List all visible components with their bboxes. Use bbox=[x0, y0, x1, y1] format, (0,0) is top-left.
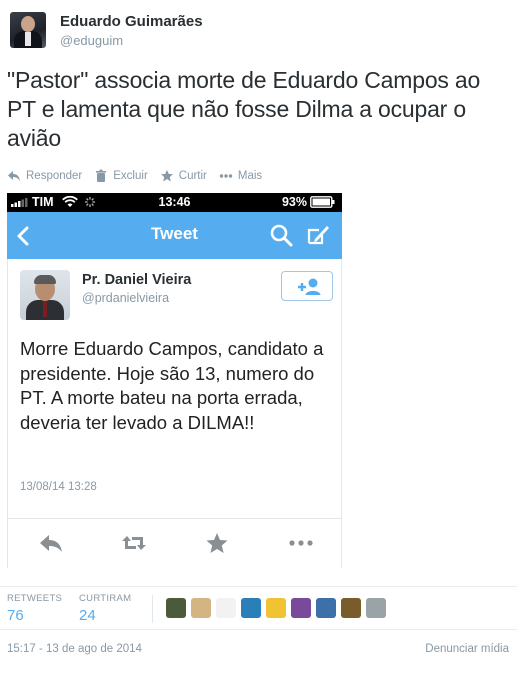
likes-count: 24 bbox=[79, 607, 96, 624]
battery-indicator: 93% bbox=[282, 195, 336, 209]
battery-icon bbox=[310, 196, 335, 208]
liker-avatar[interactable] bbox=[366, 598, 386, 618]
reply-label: Responder bbox=[26, 170, 83, 182]
embedded-author-avatar bbox=[20, 270, 70, 320]
author-handle[interactable]: @eduguim bbox=[60, 33, 123, 48]
embedded-author-name: Pr. Daniel Vieira bbox=[82, 272, 192, 288]
phone-status-bar: TIM 13:46 93% bbox=[7, 193, 342, 212]
liker-avatar[interactable] bbox=[316, 598, 336, 618]
embedded-tweet-text: Morre Eduardo Campos, candidato a presid… bbox=[20, 338, 324, 433]
embedded-tweet-timestamp: 13/08/14 13:28 bbox=[20, 481, 97, 493]
tweet-stats: RETWEETS 76 CURTIRAM 24 bbox=[0, 586, 517, 630]
embedded-screenshot[interactable]: TIM 13:46 93% Tweet Pr. Daniel Vieira @p… bbox=[7, 193, 342, 568]
liker-avatar[interactable] bbox=[216, 598, 236, 618]
tweet-datetime: 15:17 - 13 de ago de 2014 bbox=[7, 643, 142, 655]
tweet-header: Eduardo Guimarães @eduguim bbox=[8, 10, 508, 54]
embedded-tweet-actions bbox=[7, 519, 342, 568]
add-user-icon bbox=[298, 278, 321, 295]
more-button[interactable]: Mais bbox=[219, 169, 262, 183]
phone-nav-bar: Tweet bbox=[7, 212, 342, 259]
likes-label: CURTIRAM bbox=[79, 593, 132, 604]
embedded-tweet-card: Pr. Daniel Vieira @prdanielvieira Morre … bbox=[7, 259, 342, 519]
embedded-author-handle: @prdanielvieira bbox=[82, 291, 170, 305]
more-dots-icon bbox=[219, 174, 233, 178]
search-icon[interactable] bbox=[269, 223, 293, 247]
liker-avatar[interactable] bbox=[166, 598, 186, 618]
delete-label: Excluir bbox=[113, 170, 148, 182]
trash-icon bbox=[96, 169, 107, 182]
star-icon bbox=[206, 533, 228, 553]
retweets-stat[interactable]: RETWEETS 76 bbox=[7, 593, 62, 624]
liker-avatar[interactable] bbox=[241, 598, 261, 618]
delete-button[interactable]: Excluir bbox=[94, 169, 148, 183]
reply-icon bbox=[8, 171, 20, 181]
liker-avatars bbox=[166, 598, 391, 618]
liker-avatar[interactable] bbox=[341, 598, 361, 618]
star-icon bbox=[160, 170, 173, 182]
like-button[interactable]: Curtir bbox=[160, 169, 207, 183]
compose-icon[interactable] bbox=[305, 222, 331, 248]
battery-percent: 93% bbox=[281, 195, 307, 209]
retweets-label: RETWEETS bbox=[7, 593, 63, 604]
tweet-text: "Pastor" associa morte de Eduardo Campos… bbox=[7, 67, 481, 151]
reply-icon bbox=[40, 535, 62, 552]
retweets-count: 76 bbox=[7, 607, 24, 624]
more-label: Mais bbox=[237, 170, 263, 182]
likes-stat[interactable]: CURTIRAM 24 bbox=[79, 593, 131, 624]
more-dots-icon bbox=[289, 540, 313, 546]
liker-avatar[interactable] bbox=[291, 598, 311, 618]
report-media-link[interactable]: Denunciar mídia bbox=[425, 643, 509, 655]
retweet-icon bbox=[122, 536, 146, 550]
tweet-actions: Responder Excluir Curtir Mais bbox=[7, 168, 274, 184]
like-label: Curtir bbox=[178, 170, 207, 182]
author-avatar[interactable] bbox=[10, 12, 46, 48]
stats-divider bbox=[152, 595, 153, 623]
reply-button[interactable]: Responder bbox=[7, 169, 82, 183]
liker-avatar[interactable] bbox=[266, 598, 286, 618]
liker-avatar[interactable] bbox=[191, 598, 211, 618]
follow-button bbox=[281, 271, 333, 301]
author-name[interactable]: Eduardo Guimarães bbox=[60, 13, 203, 30]
